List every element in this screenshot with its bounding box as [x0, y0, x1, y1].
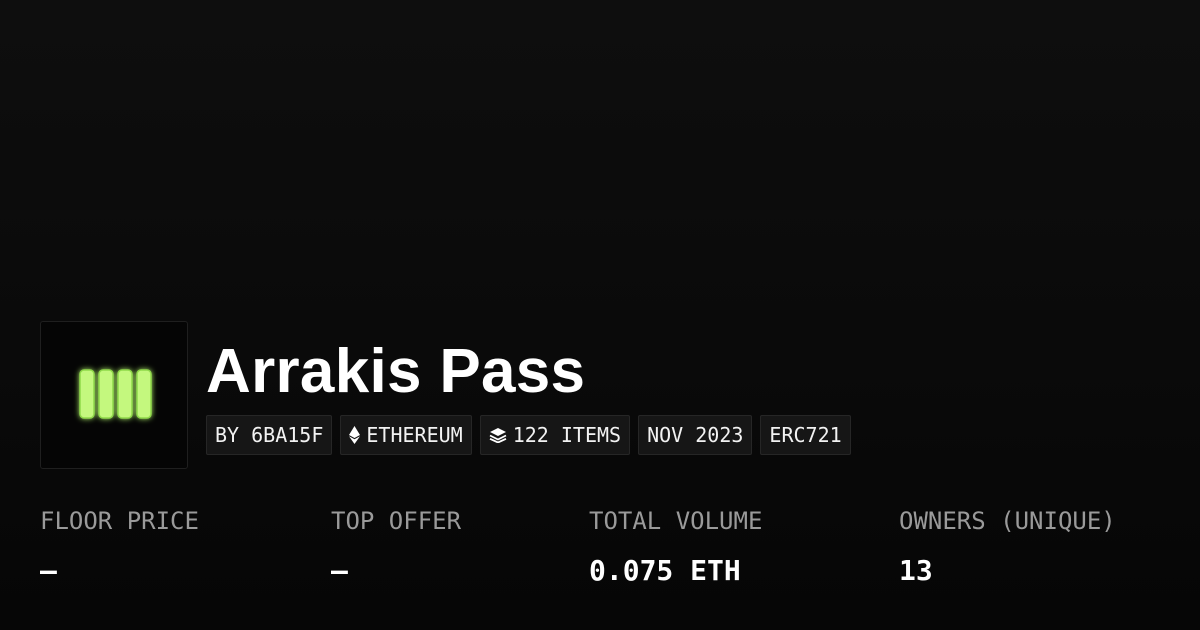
- stat-floor-price: FLOOR PRICE –: [40, 504, 199, 588]
- date-badge: NOV 2023: [638, 415, 753, 455]
- stat-total-volume: TOTAL VOLUME 0.075 ETH: [589, 504, 762, 588]
- standard-label: ERC721: [769, 423, 842, 447]
- items-badge[interactable]: 122 ITEMS: [479, 415, 631, 455]
- chain-badge[interactable]: ETHEREUM: [340, 415, 472, 455]
- top-offer-label: TOP OFFER: [331, 507, 462, 535]
- creator-label: BY 6BA15F: [215, 423, 324, 447]
- collection-badges: BY 6BA15F ETHEREUM 122 ITEMS NOV 2023 ER…: [206, 415, 851, 455]
- collection-avatar: [40, 321, 188, 469]
- owners-value: 13: [899, 554, 933, 587]
- glowing-bars-logo-icon: [79, 369, 152, 419]
- chain-label: ETHEREUM: [366, 423, 463, 447]
- items-label: 122 ITEMS: [512, 423, 622, 447]
- collection-og-card: { "collection": { "title": "Arrakis Pass…: [0, 0, 1200, 630]
- stat-owners: OWNERS (UNIQUE) 13: [899, 504, 1116, 588]
- floor-price-value: –: [40, 554, 57, 587]
- standard-badge: ERC721: [760, 415, 851, 455]
- date-label: NOV 2023: [647, 423, 744, 447]
- ethereum-icon: [349, 426, 361, 444]
- owners-label: OWNERS (UNIQUE): [899, 507, 1116, 535]
- total-volume-label: TOTAL VOLUME: [589, 507, 763, 535]
- total-volume-value: 0.075 ETH: [589, 554, 741, 587]
- creator-badge[interactable]: BY 6BA15F: [206, 415, 333, 455]
- collection-title: Arrakis Pass: [206, 337, 586, 406]
- stat-top-offer: TOP OFFER –: [331, 504, 461, 588]
- layers-icon: [489, 427, 507, 443]
- top-offer-value: –: [331, 554, 348, 587]
- floor-price-label: FLOOR PRICE: [40, 507, 199, 535]
